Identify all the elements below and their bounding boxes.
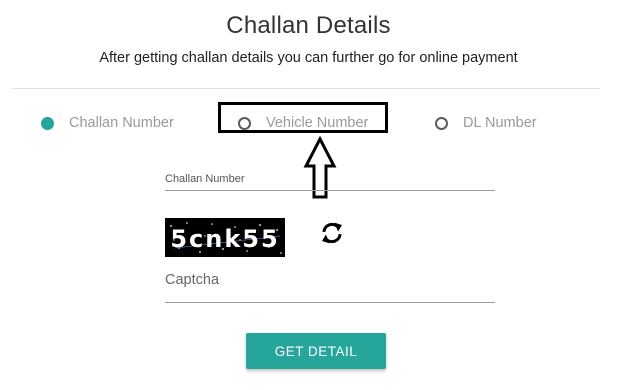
radio-dl-number[interactable]: DL Number — [435, 112, 537, 134]
radio-selected-icon[interactable] — [41, 116, 54, 130]
captcha-text: 5cnk55 — [170, 225, 279, 253]
page-title: Challan Details — [226, 12, 391, 39]
captcha-input[interactable] — [165, 302, 495, 303]
challan-number-label: Challan Number — [165, 173, 245, 185]
captcha-image: 5cnk55 — [165, 218, 285, 257]
captcha-label: Captcha — [165, 272, 220, 288]
refresh-icon[interactable] — [319, 220, 345, 246]
page-subtitle: After getting challan details you can fu… — [99, 50, 518, 66]
get-detail-button[interactable]: GET DETAIL — [246, 333, 386, 369]
radio-unselected-icon[interactable] — [435, 116, 448, 130]
radio-label: DL Number — [463, 115, 537, 131]
header-divider — [12, 88, 600, 89]
challan-number-input[interactable] — [165, 190, 495, 191]
annotation-highlight-box — [218, 102, 388, 133]
radio-label: Challan Number — [69, 115, 174, 131]
radio-challan-number[interactable]: Challan Number — [41, 112, 174, 134]
